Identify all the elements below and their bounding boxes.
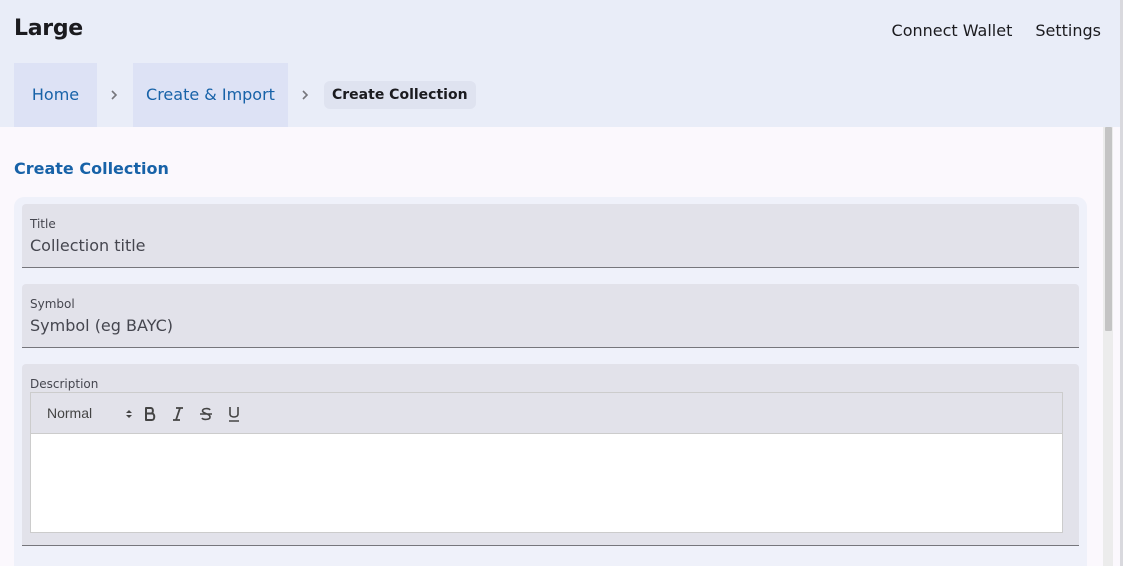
italic-icon[interactable] (170, 405, 186, 423)
symbol-input[interactable] (30, 314, 1060, 336)
underline-icon[interactable] (226, 405, 242, 423)
bold-icon[interactable] (142, 405, 158, 423)
main-content: Create Collection Title Symbol Descripti… (0, 127, 1102, 566)
select-arrows-icon (126, 410, 132, 418)
chevron-right-icon (111, 90, 118, 100)
connect-wallet-link[interactable]: Connect Wallet (892, 21, 1013, 40)
settings-link[interactable]: Settings (1035, 21, 1101, 40)
app-window: Large Connect Wallet Settings Home Creat… (0, 0, 1123, 566)
text-format-value: Normal (47, 405, 93, 421)
description-field: Description Normal (22, 364, 1079, 546)
description-editor-area[interactable] (30, 433, 1063, 533)
title-field[interactable]: Title (22, 204, 1079, 268)
title-input[interactable] (30, 234, 1060, 256)
page-title: Create Collection (14, 159, 169, 178)
breadcrumb: Home Create & Import Create Collection (0, 63, 1120, 127)
create-collection-form: Title Symbol Description Normal (14, 197, 1087, 566)
strikethrough-icon[interactable] (198, 405, 214, 423)
symbol-field-label: Symbol (30, 297, 75, 311)
description-field-label: Description (30, 377, 99, 391)
top-app-bar: Large Connect Wallet Settings (0, 0, 1120, 63)
symbol-field[interactable]: Symbol (22, 284, 1079, 348)
breadcrumb-current: Create Collection (324, 81, 476, 109)
breadcrumb-item-home[interactable]: Home (14, 63, 97, 127)
rich-text-editor: Normal (30, 392, 1063, 533)
scrollbar-thumb[interactable] (1105, 127, 1112, 331)
chevron-right-icon (302, 90, 309, 100)
top-nav: Connect Wallet Settings (892, 21, 1101, 40)
text-format-select[interactable]: Normal (47, 405, 133, 423)
editor-toolbar: Normal (30, 392, 1063, 434)
breadcrumb-item-create-import[interactable]: Create & Import (133, 63, 288, 127)
app-title: Large (14, 16, 83, 41)
title-field-label: Title (30, 217, 56, 231)
